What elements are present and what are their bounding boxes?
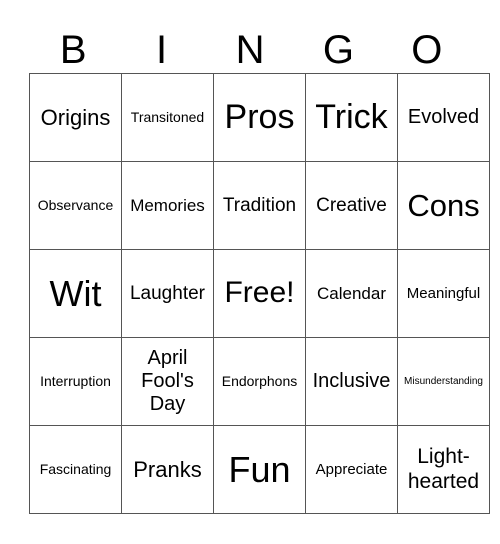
bingo-cell[interactable]: Free! (213, 249, 306, 338)
bingo-cell[interactable]: Pros (213, 73, 306, 162)
bingo-row: Interruption April Fool's Day Endorphons In… (29, 337, 490, 426)
bingo-cell[interactable]: Endorphons (213, 337, 306, 426)
bingo-cell[interactable]: April Fool's Day (121, 337, 214, 426)
bingo-cell[interactable]: Misunderstanding (397, 337, 490, 426)
bingo-cell[interactable]: Trick (305, 73, 398, 162)
header-letter-n: N (235, 28, 265, 72)
bingo-header: B I N G O (29, 28, 471, 73)
bingo-cell[interactable]: Inclusive (305, 337, 398, 426)
bingo-row: Fascinating Pranks Fun Appreciate Light-hear… (29, 425, 490, 514)
bingo-cell[interactable]: Cons (397, 161, 490, 250)
bingo-cell[interactable]: Transitoned (121, 73, 214, 162)
bingo-cell[interactable]: Meaningful (397, 249, 490, 338)
header-letter-i: I (156, 28, 168, 72)
bingo-row: Wit Laughter Free! Calendar Meaningful (29, 249, 490, 338)
bingo-cell[interactable]: Evolved (397, 73, 490, 162)
bingo-cell[interactable]: Interruption (29, 337, 122, 426)
bingo-cell[interactable]: Observance (29, 161, 122, 250)
bingo-cell[interactable]: Wit (29, 249, 122, 338)
bingo-cell[interactable]: Calendar (305, 249, 398, 338)
bingo-cell[interactable]: Laughter (121, 249, 214, 338)
bingo-cell[interactable]: Light-hearted (397, 425, 490, 514)
bingo-cell[interactable]: Memories (121, 161, 214, 250)
bingo-cell[interactable]: Fun (213, 425, 306, 514)
bingo-row: Origins Transitoned Pros Trick Evolved (29, 73, 490, 162)
bingo-cell[interactable]: Origins (29, 73, 122, 162)
header-letter-g: G (322, 28, 354, 72)
header-letter-o: O (411, 28, 443, 72)
bingo-cell[interactable]: Pranks (121, 425, 214, 514)
bingo-row: Observance Memories Tradition Creative Cons (29, 161, 490, 250)
bingo-cell[interactable]: Appreciate (305, 425, 398, 514)
bingo-card: Origins Transitoned Pros Trick Evolved Observ… (29, 73, 490, 514)
bingo-cell[interactable]: Fascinating (29, 425, 122, 514)
bingo-cell[interactable]: Tradition (213, 161, 306, 250)
header-letter-b: B (59, 28, 87, 72)
bingo-cell[interactable]: Creative (305, 161, 398, 250)
